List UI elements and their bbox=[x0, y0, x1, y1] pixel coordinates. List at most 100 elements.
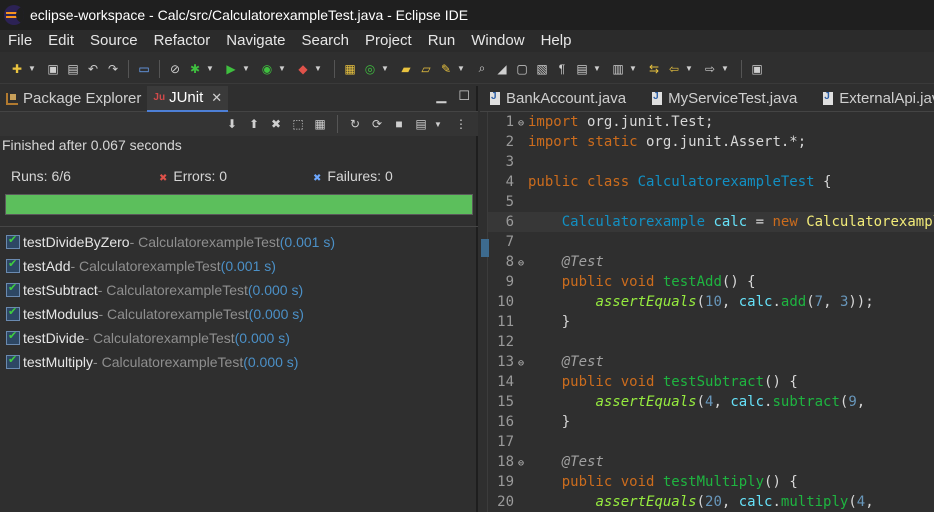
rerun-test-icon[interactable]: ↻ bbox=[346, 115, 364, 133]
new-dropdown-icon[interactable]: ▼ bbox=[28, 64, 38, 73]
annotation-icon[interactable]: ▤ bbox=[573, 60, 591, 78]
run-dropdown-icon[interactable]: ▼ bbox=[242, 64, 252, 73]
open-type-icon[interactable]: ▰ bbox=[397, 60, 415, 78]
code-line[interactable]: 9 public void testAdd() { bbox=[488, 272, 934, 292]
menu-edit[interactable]: Edit bbox=[40, 30, 82, 52]
stop-icon[interactable]: ■ bbox=[390, 115, 408, 133]
show-failures-only-icon[interactable]: ✖ bbox=[267, 115, 285, 133]
code-line[interactable]: 2 import static org.junit.Assert.*; bbox=[488, 132, 934, 152]
annotation-dropdown-icon[interactable]: ▼ bbox=[593, 64, 603, 73]
tab-package-explorer[interactable]: Package Explorer bbox=[0, 86, 147, 112]
show-skipped-icon[interactable]: ⬚ bbox=[289, 115, 307, 133]
open-task-icon[interactable]: ▱ bbox=[417, 60, 435, 78]
test-row[interactable]: testAdd - CalculatorexampleTest (0.001 s… bbox=[0, 254, 478, 278]
close-icon[interactable]: ✕ bbox=[211, 90, 222, 106]
block-selection-icon[interactable]: ▢ bbox=[513, 60, 531, 78]
back-dropdown-icon[interactable]: ▼ bbox=[685, 64, 695, 73]
forward-dropdown-icon[interactable]: ▼ bbox=[721, 64, 731, 73]
minimize-icon[interactable]: ▁ bbox=[436, 88, 446, 104]
menu-source[interactable]: Source bbox=[82, 30, 146, 52]
code-line[interactable]: 10 assertEquals(10, calc.add(7, 3)); bbox=[488, 292, 934, 312]
code-line[interactable]: 1 ⊖ import org.junit.Test; bbox=[488, 112, 934, 132]
save-icon[interactable]: ▣ bbox=[44, 60, 62, 78]
editor-tab[interactable]: ExternalApi.java bbox=[813, 90, 934, 107]
code-line[interactable]: 5 bbox=[488, 192, 934, 212]
terminal-icon[interactable]: ▭ bbox=[135, 60, 153, 78]
test-row[interactable]: testSubtract - CalculatorexampleTest (0.… bbox=[0, 278, 478, 302]
last-edit-dropdown-icon[interactable]: ▼ bbox=[629, 64, 639, 73]
maximize-icon[interactable]: ☐ bbox=[458, 88, 470, 104]
prev-annotation-icon[interactable]: ⇆ bbox=[645, 60, 663, 78]
forward-icon[interactable]: ⇨ bbox=[701, 60, 719, 78]
view-menu-icon[interactable]: ⋮ bbox=[452, 115, 470, 133]
overview-ruler[interactable] bbox=[480, 112, 489, 512]
code-line[interactable]: 11 } bbox=[488, 312, 934, 332]
test-row[interactable]: testMultiply - CalculatorexampleTest (0.… bbox=[0, 350, 478, 374]
test-row[interactable]: testModulus - CalculatorexampleTest (0.0… bbox=[0, 302, 478, 326]
menu-window[interactable]: Window bbox=[463, 30, 532, 52]
word-wrap-icon[interactable]: ▧ bbox=[533, 60, 551, 78]
search-icon[interactable]: ⌕ bbox=[473, 60, 491, 78]
fold-toggle-icon[interactable]: ⊖ bbox=[514, 354, 528, 374]
code-line[interactable]: 6 Calculatorexample calc = new Calculato… bbox=[488, 212, 934, 232]
menu-refactor[interactable]: Refactor bbox=[146, 30, 219, 52]
code-line[interactable]: 12 bbox=[488, 332, 934, 352]
external-tools-dropdown-icon[interactable]: ▼ bbox=[314, 64, 324, 73]
next-failure-icon[interactable]: ⬇ bbox=[223, 115, 241, 133]
code-line[interactable]: 16 } bbox=[488, 412, 934, 432]
skip-breakpoints-icon[interactable]: ⊘ bbox=[166, 60, 184, 78]
menu-search[interactable]: Search bbox=[293, 30, 357, 52]
editor-tab[interactable]: MyServiceTest.java bbox=[642, 90, 813, 107]
menu-navigate[interactable]: Navigate bbox=[218, 30, 293, 52]
back-icon[interactable]: ⇦ bbox=[665, 60, 683, 78]
last-edit-icon[interactable]: ▥ bbox=[609, 60, 627, 78]
rerun-failed-first-icon[interactable]: ⟳ bbox=[368, 115, 386, 133]
save-all-icon[interactable]: ▤ bbox=[64, 60, 82, 78]
editor-tab[interactable]: BankAccount.java bbox=[480, 90, 642, 107]
previous-failure-icon[interactable]: ⬆ bbox=[245, 115, 263, 133]
line-number: 16 bbox=[497, 414, 514, 430]
new-class-dropdown-icon[interactable]: ▼ bbox=[381, 64, 391, 73]
new-icon[interactable]: ✚ bbox=[8, 60, 26, 78]
mark-occurrences-icon[interactable]: ◢ bbox=[493, 60, 511, 78]
menu-help[interactable]: Help bbox=[533, 30, 580, 52]
coverage-icon[interactable]: ◉ bbox=[258, 60, 276, 78]
debug-dropdown-icon[interactable]: ▼ bbox=[206, 64, 216, 73]
menu-run[interactable]: Run bbox=[420, 30, 464, 52]
code-line[interactable]: 20 assertEquals(20, calc.multiply(4, bbox=[488, 492, 934, 512]
code-line[interactable]: 19 public void testMultiply() { bbox=[488, 472, 934, 492]
test-row[interactable]: testDivide - CalculatorexampleTest (0.00… bbox=[0, 326, 478, 350]
coverage-dropdown-icon[interactable]: ▼ bbox=[278, 64, 288, 73]
redo-icon[interactable]: ↷ bbox=[104, 60, 122, 78]
fold-toggle-icon[interactable]: ⊖ bbox=[514, 454, 528, 474]
external-tools-icon[interactable]: ◆ bbox=[294, 60, 312, 78]
code-line[interactable]: 4 public class CalculatorexampleTest { bbox=[488, 172, 934, 192]
new-java-project-icon[interactable]: ▦ bbox=[341, 60, 359, 78]
code-line[interactable]: 17 bbox=[488, 432, 934, 452]
code-text-area[interactable]: 1 ⊖ import org.junit.Test; 2 import static o… bbox=[488, 112, 934, 512]
fold-toggle-icon[interactable]: ⊖ bbox=[514, 114, 528, 134]
menu-project[interactable]: Project bbox=[357, 30, 420, 52]
new-class-icon[interactable]: ◎ bbox=[361, 60, 379, 78]
tab-junit[interactable]: Ju JUnit ✕ bbox=[147, 85, 229, 112]
code-line[interactable]: 8 ⊖ @Test bbox=[488, 252, 934, 272]
show-whitespace-icon[interactable]: ¶ bbox=[553, 60, 571, 78]
test-run-history-icon[interactable]: ▤ bbox=[412, 115, 430, 133]
code-line[interactable]: 14 public void testSubtract() { bbox=[488, 372, 934, 392]
brush-dropdown-icon[interactable]: ▼ bbox=[457, 64, 467, 73]
scroll-lock-icon[interactable]: ▦ bbox=[311, 115, 329, 133]
history-dropdown-icon[interactable]: ▼ bbox=[434, 120, 444, 129]
code-line[interactable]: 13 ⊖ @Test bbox=[488, 352, 934, 372]
brush-icon[interactable]: ✎ bbox=[437, 60, 455, 78]
debug-icon[interactable]: ✱ bbox=[186, 60, 204, 78]
code-line[interactable]: 15 assertEquals(4, calc.subtract(9, bbox=[488, 392, 934, 412]
fold-toggle-icon[interactable]: ⊖ bbox=[514, 254, 528, 274]
menu-file[interactable]: File bbox=[0, 30, 40, 52]
undo-icon[interactable]: ↶ bbox=[84, 60, 102, 78]
test-row[interactable]: testDivideByZero - CalculatorexampleTest… bbox=[0, 230, 478, 254]
code-line[interactable]: 18 ⊖ @Test bbox=[488, 452, 934, 472]
code-line[interactable]: 7 bbox=[488, 232, 934, 252]
run-icon[interactable]: ▶ bbox=[222, 60, 240, 78]
code-line[interactable]: 3 bbox=[488, 152, 934, 172]
open-perspective-icon[interactable]: ▣ bbox=[748, 60, 766, 78]
